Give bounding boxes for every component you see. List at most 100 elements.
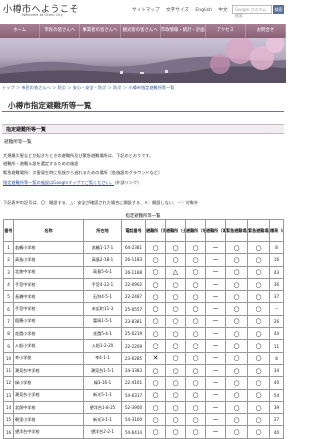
col-header-shelter-flood: 避難所（洪水） — [145, 219, 166, 242]
cell-address: 潮見台1-5-1 — [83, 363, 122, 378]
cell-evac-tsunami: ○ — [247, 314, 270, 329]
table-row: 14 北照中学校 望洋台1-8-25 52-3900 ○ ○ ○ － ○ ○ 39 — [3, 400, 284, 415]
nav-tourists[interactable]: 観光客の皆さんへ — [121, 24, 161, 38]
cell-shelter-earthquake: ○ — [185, 327, 206, 341]
cell-shelter-landslide: ○ — [165, 413, 186, 427]
cell-elevation: － — [269, 302, 284, 316]
cell-number: 16 — [3, 425, 14, 439]
title-divider — [2, 111, 284, 112]
cell-shelter-earthquake: ○ — [185, 413, 206, 427]
cell-shelter-landslide: ○ — [165, 277, 186, 292]
cell-shelter-tsunami: － — [205, 327, 226, 341]
cell-evac-tsunami: ○ — [247, 351, 270, 365]
cell-shelter-flood: ○ — [145, 400, 166, 415]
table-header-row: 番号 名称 所在地 電話番号 避難所（洪水） 避難所（土砂） 避難所（地震） 避… — [3, 219, 284, 242]
cell-evac-flood: ○ — [225, 388, 248, 402]
table-row: 15 朝里小学校 新光3-1-1 54-3100 ○ ○ ○ － ○ ○ 27 — [3, 413, 284, 427]
cell-evac-tsunami: ○ — [247, 363, 270, 378]
cell-shelter-landslide: ○ — [165, 425, 186, 439]
cell-shelter-earthquake: ○ — [185, 253, 206, 267]
google-map-note: 指定避難所等一覧の施設はGoogleマップでご覧ください。（外部リンク） — [3, 180, 141, 186]
breadcrumb[interactable]: トップ ＞ 市民の皆さんへ ＞ 防災 ＞ 安心・安全・防災 ＞ 防災 ＞ 小樽市… — [2, 85, 174, 91]
search-input[interactable]: Google カスタム検索 — [232, 5, 272, 18]
cell-address: 手宮4-22-1 — [83, 277, 122, 292]
cell-shelter-tsunami: － — [205, 290, 226, 304]
search-button[interactable]: 検索 — [273, 5, 284, 14]
cell-shelter-tsunami: － — [205, 314, 226, 329]
cell-shelter-flood: ○ — [145, 413, 166, 427]
cell-shelter-tsunami: － — [205, 302, 226, 316]
english-link[interactable]: English — [195, 8, 212, 13]
page-title: 小樽市指定避難所等一覧 — [8, 101, 92, 110]
cell-evac-tsunami: ○ — [247, 413, 270, 427]
cell-evac-flood: ○ — [225, 290, 248, 304]
chinese-link[interactable]: 中文 — [218, 8, 227, 13]
cell-shelter-landslide: ○ — [165, 290, 186, 304]
cell-evac-flood: ○ — [225, 302, 248, 316]
nav-access[interactable]: アクセス — [206, 24, 246, 38]
cell-phone: 52-3900 — [121, 400, 146, 415]
col-header-shelter-earthquake: 避難所（地震） — [185, 219, 206, 242]
google-map-link[interactable]: 指定避難所等一覧の施設はGoogleマップでご覧ください。 — [3, 180, 114, 185]
cell-shelter-earthquake: ○ — [185, 240, 206, 255]
cell-phone: 23-8381 — [121, 314, 146, 329]
col-header-shelter-landslide: 避難所（土砂） — [165, 219, 186, 242]
font-size-link[interactable]: 文字サイズ — [166, 8, 189, 13]
cell-address: 石狩4-5-1 — [83, 290, 122, 304]
cell-phone: 23-6285 — [121, 351, 146, 365]
cell-phone: 22-2209 — [121, 339, 146, 353]
cell-evac-tsunami: ○ — [247, 253, 270, 267]
cell-shelter-landslide: ○ — [165, 400, 186, 415]
cell-shelter-flood: ○ — [145, 265, 166, 279]
nav-business[interactable]: 事業者の皆さんへ — [80, 24, 121, 38]
nav-citizens[interactable]: 市民の皆さんへ — [40, 24, 81, 38]
cell-elevation: 37 — [269, 290, 284, 304]
cell-shelter-tsunami: － — [205, 351, 226, 365]
nav-contact[interactable]: お問合せ — [246, 24, 287, 38]
nav-home[interactable]: ホーム — [0, 24, 41, 38]
cell-address: 望洋台1-8-25 — [83, 400, 122, 415]
cell-elevation: 27 — [269, 413, 284, 427]
sitemap-link[interactable]: サイトマップ — [132, 8, 160, 13]
cell-evac-tsunami: ○ — [247, 327, 270, 341]
cell-address: 望洋台2-2-1 — [83, 425, 122, 439]
cell-address: 幸4-1-1 — [83, 351, 122, 365]
cell-address: 富岡1-5-1 — [83, 314, 122, 329]
cell-phone: 22-4101 — [121, 376, 146, 390]
cell-name: 緑小学校 — [13, 376, 84, 390]
cell-number: 11 — [3, 363, 14, 378]
col-header-phone: 電話番号 — [121, 219, 146, 242]
cell-shelter-landslide: ○ — [165, 253, 186, 267]
cell-address: 高島5-6-1 — [83, 265, 122, 279]
cell-elevation: 8 — [269, 240, 284, 255]
table-row: 9 入船小学校 入船1-2-20 22-2209 ○ ○ ○ － ○ ○ 11 — [3, 339, 284, 353]
site-logo-subtitle: Welcome to Otaru City — [22, 13, 63, 17]
cell-phone: 24-3383 — [121, 363, 146, 378]
cell-evac-tsunami: ○ — [247, 425, 270, 439]
cell-shelter-flood: ○ — [145, 339, 166, 353]
header-banner-image — [0, 38, 286, 83]
cell-shelter-earthquake: ○ — [185, 425, 206, 439]
cell-number: 14 — [3, 400, 14, 415]
cell-elevation: 16 — [269, 253, 284, 267]
table-row: 3 北陵中学校 高島5-6-1 26-1188 ○ △ ○ － ○ ○ 43 — [3, 265, 284, 279]
cell-shelter-flood: ○ — [145, 290, 166, 304]
cell-shelter-landslide: ○ — [165, 351, 186, 365]
cell-address: 緑3-16-1 — [83, 376, 122, 390]
cell-address: 入船1-2-20 — [83, 339, 122, 353]
table-row: 2 高島小学校 高島2-18-1 26-1183 ○ ○ ○ － ○ ○ 16 — [3, 253, 284, 267]
table-row: 10 幸小学校 幸4-1-1 23-6285 ✕ ○ ○ － ○ ○ 8 — [3, 351, 284, 365]
nav-city-info[interactable]: 市政情報・統計・計画 — [161, 24, 206, 38]
cell-shelter-earthquake: ○ — [185, 314, 206, 329]
cell-phone: 22-0902 — [121, 277, 146, 292]
cell-evac-tsunami: ○ — [247, 339, 270, 353]
cell-address: 花園5-4-1 — [83, 327, 122, 341]
cell-number: 10 — [3, 351, 14, 365]
cell-shelter-flood: ○ — [145, 277, 166, 292]
col-header-name: 名称 — [13, 219, 84, 242]
cell-shelter-landslide: ○ — [165, 327, 186, 341]
cell-evac-tsunami: ○ — [247, 277, 270, 292]
cell-shelter-landslide: ○ — [165, 302, 186, 316]
cell-shelter-flood: ○ — [145, 314, 166, 329]
cell-phone: 26-1188 — [121, 265, 146, 279]
